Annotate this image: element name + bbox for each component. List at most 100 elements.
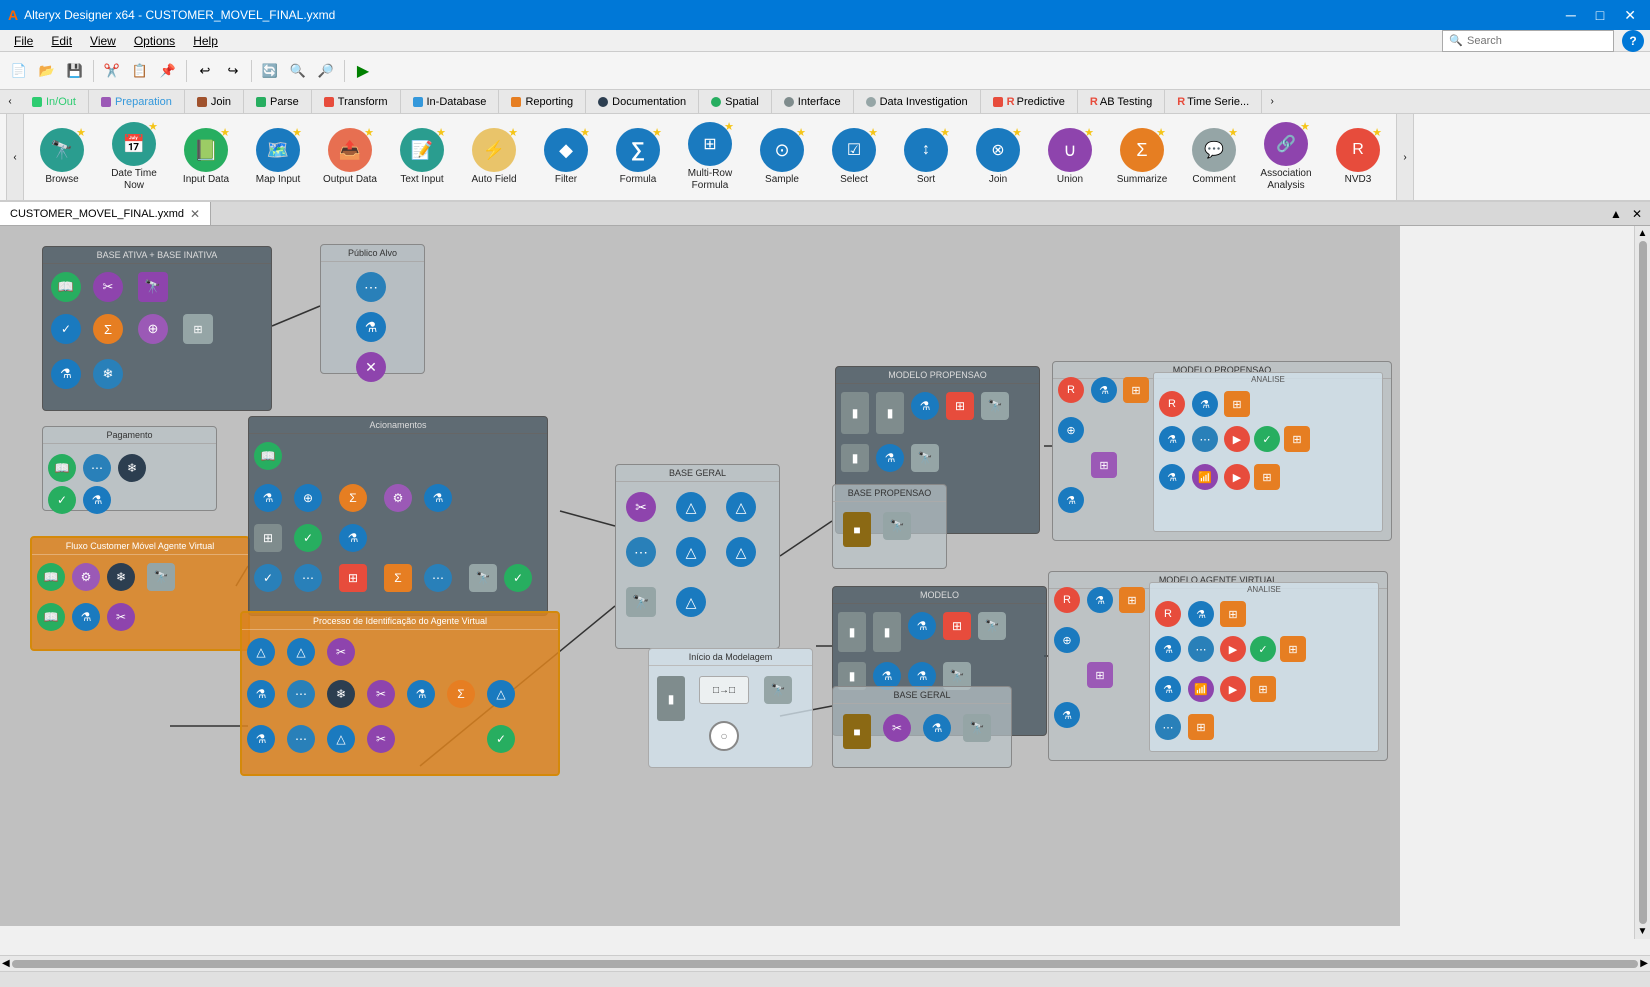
- paste-button[interactable]: 📌: [155, 58, 181, 84]
- node-flask-mo[interactable]: ⚗: [908, 612, 936, 640]
- node-tri-bg4[interactable]: △: [726, 537, 756, 567]
- node-binoc-im[interactable]: 🔭: [764, 676, 792, 704]
- node-book-ac1[interactable]: 📖: [254, 442, 282, 470]
- node-run-av2[interactable]: ▶: [1220, 676, 1246, 702]
- node-bars-mo2[interactable]: ▮: [873, 612, 901, 652]
- tool-nvd3[interactable]: R ★ NVD3: [1324, 125, 1392, 189]
- tool-datetime-now[interactable]: 📅 ★ Date Time Now: [100, 119, 168, 195]
- scroll-thumb-v[interactable]: [1639, 241, 1647, 924]
- node-scissors-bgb[interactable]: ✂: [883, 714, 911, 742]
- restore-button[interactable]: □: [1590, 5, 1610, 25]
- node-flask-mp[interactable]: ⚗: [911, 392, 939, 420]
- node-red-mo[interactable]: ⊞: [943, 612, 971, 640]
- tool-auto-field[interactable]: ⚡ ★ Auto Field: [460, 125, 528, 189]
- node-bars-im[interactable]: ▮: [657, 676, 685, 721]
- node-run-av[interactable]: ▶: [1220, 636, 1246, 662]
- node-book-3[interactable]: 📖: [37, 603, 65, 631]
- tool-select[interactable]: ☑ ★ Select: [820, 125, 888, 189]
- cat-tab-predictive[interactable]: RPredictive: [981, 90, 1078, 113]
- cut-button[interactable]: ✂️: [99, 58, 125, 84]
- node-bars-mp3[interactable]: ▮: [841, 444, 869, 472]
- node-grid-outer[interactable]: ⊞: [1123, 377, 1149, 403]
- node-brown-bgb[interactable]: ■: [843, 714, 871, 749]
- cat-tab-timeseries[interactable]: RTime Serie...: [1165, 90, 1262, 113]
- tool-output-data[interactable]: 📤 ★ Output Data: [316, 125, 384, 189]
- tool-map-input[interactable]: 🗺️ ★ Map Input: [244, 125, 312, 189]
- cat-nav-right[interactable]: ›: [1262, 90, 1282, 113]
- node-check-ac[interactable]: ✓: [254, 564, 282, 592]
- vertical-scrollbar[interactable]: ▲ ▼: [1634, 226, 1650, 939]
- zoom-out-button[interactable]: 🔎: [313, 58, 339, 84]
- node-dots-an[interactable]: ⋯: [1192, 426, 1218, 452]
- node-signal-an[interactable]: 📶: [1192, 464, 1218, 490]
- node-scissors-pi[interactable]: ✂: [367, 680, 395, 708]
- menu-edit[interactable]: Edit: [43, 32, 80, 50]
- tool-sample[interactable]: ⊙ ★ Sample: [748, 125, 816, 189]
- cat-tab-abtesting[interactable]: RAB Testing: [1078, 90, 1165, 113]
- node-tri-1[interactable]: △: [247, 638, 275, 666]
- workflow-canvas[interactable]: BASE ATIVA + BASE INATIVA 📖 ✂ 🔭 ✓ Σ ⊕ ⊞ …: [0, 226, 1400, 926]
- node-tri-3[interactable]: △: [487, 680, 515, 708]
- node-check-an[interactable]: ✓: [1254, 426, 1280, 452]
- panel-close-button[interactable]: ▲: [1606, 205, 1626, 223]
- node-scissors-1[interactable]: ✂: [93, 272, 123, 302]
- node-bars-mp[interactable]: ▮: [841, 392, 869, 434]
- node-move-outer[interactable]: ⊞: [1091, 452, 1117, 478]
- node-r-av-outer[interactable]: R: [1054, 587, 1080, 613]
- tool-sort[interactable]: ↕ ★ Sort: [892, 125, 960, 189]
- node-dots-av2[interactable]: ⋯: [1155, 714, 1181, 740]
- node-brown-bp[interactable]: ■: [843, 512, 871, 547]
- node-grid-av4[interactable]: ⊞: [1188, 714, 1214, 740]
- node-join-outer[interactable]: ⊕: [1058, 417, 1084, 443]
- node-sigma-pi[interactable]: Σ: [447, 680, 475, 708]
- node-red-mp[interactable]: ⊞: [946, 392, 974, 420]
- cat-tab-datainvestigation[interactable]: Data Investigation: [854, 90, 981, 113]
- cat-tab-preparation[interactable]: Preparation: [89, 90, 185, 113]
- node-cog-1[interactable]: ⚙: [72, 563, 100, 591]
- node-flask-ac2[interactable]: ⚗: [339, 524, 367, 552]
- open-button[interactable]: 📂: [34, 58, 60, 84]
- run-button[interactable]: ▶: [350, 58, 376, 84]
- node-sigma-ac[interactable]: Σ: [339, 484, 367, 512]
- scroll-thumb-h[interactable]: [12, 960, 1639, 968]
- menu-view[interactable]: View: [82, 32, 124, 50]
- file-tab-main[interactable]: CUSTOMER_MOVEL_FINAL.yxmd ✕: [0, 202, 211, 225]
- node-check-1[interactable]: ✓: [51, 314, 81, 344]
- close-button[interactable]: ✕: [1618, 5, 1642, 26]
- node-flask-outer[interactable]: ⚗: [1091, 377, 1117, 403]
- node-snowflake-2[interactable]: ❄: [118, 454, 146, 482]
- node-flask-av2[interactable]: ⚗: [1155, 636, 1181, 662]
- node-gear-ac[interactable]: ⚙: [384, 484, 412, 512]
- node-bars-mp2[interactable]: ▮: [876, 392, 904, 434]
- menu-file[interactable]: File: [6, 32, 41, 50]
- horizontal-scrollbar[interactable]: ◀ ▶: [0, 955, 1650, 971]
- node-grid-av-outer[interactable]: ⊞: [1119, 587, 1145, 613]
- node-flask-bgb[interactable]: ⚗: [923, 714, 951, 742]
- tool-input-data[interactable]: 📗 ★ Input Data: [172, 125, 240, 189]
- cat-tab-inout[interactable]: In/Out: [20, 90, 89, 113]
- node-binoc-mp2[interactable]: 🔭: [911, 444, 939, 472]
- cat-tab-parse[interactable]: Parse: [244, 90, 312, 113]
- cat-tab-reporting[interactable]: Reporting: [499, 90, 586, 113]
- node-flask-an[interactable]: ⚗: [1192, 391, 1218, 417]
- node-flask-av3[interactable]: ⚗: [1155, 676, 1181, 702]
- node-tri-4[interactable]: △: [327, 725, 355, 753]
- undo-button[interactable]: ↩: [192, 58, 218, 84]
- node-tri-bg2[interactable]: △: [726, 492, 756, 522]
- node-book-2[interactable]: 📖: [37, 563, 65, 591]
- node-scissors-pi2[interactable]: ✂: [367, 725, 395, 753]
- menu-help[interactable]: Help: [185, 32, 226, 50]
- node-select-1[interactable]: ⊞: [183, 314, 213, 344]
- node-check-pi[interactable]: ✓: [487, 725, 515, 753]
- node-binoc-mp[interactable]: 🔭: [981, 392, 1009, 420]
- node-grid-an[interactable]: ⊞: [1224, 391, 1250, 417]
- node-check-av[interactable]: ✓: [1250, 636, 1276, 662]
- node-bars-mo[interactable]: ▮: [838, 612, 866, 652]
- node-binoc-ac[interactable]: 🔭: [469, 564, 497, 592]
- tool-text-input[interactable]: 📝 ★ Text Input: [388, 125, 456, 189]
- node-flask-av-outer[interactable]: ⚗: [1087, 587, 1113, 613]
- node-circle-im[interactable]: ○: [709, 721, 739, 751]
- node-dots-pi2[interactable]: ⋯: [287, 725, 315, 753]
- cat-tab-join[interactable]: Join: [185, 90, 244, 113]
- node-dots-ac2[interactable]: ⋯: [424, 564, 452, 592]
